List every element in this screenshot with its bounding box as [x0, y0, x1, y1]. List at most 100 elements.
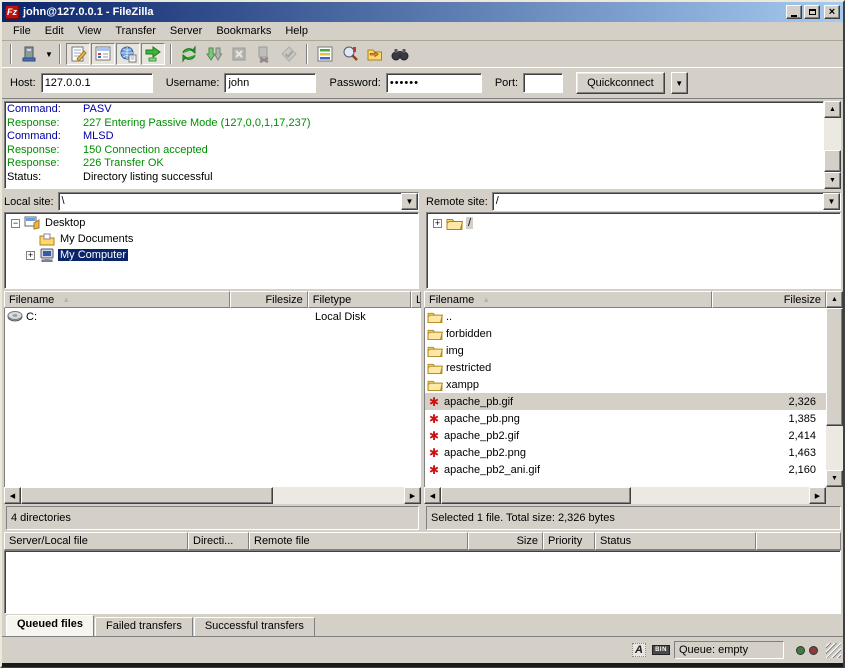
chevron-down-icon[interactable]: ▼ — [823, 193, 840, 210]
column-header-filename[interactable]: Filename▲ — [424, 291, 712, 308]
resize-grip[interactable] — [826, 643, 841, 658]
menu-transfer[interactable]: Transfer — [108, 23, 163, 39]
remote-file-row[interactable]: restricted — [425, 359, 826, 376]
tree-item-desktop[interactable]: − Desktop — [5, 215, 418, 231]
host-input[interactable] — [41, 73, 153, 93]
filter-button[interactable] — [313, 43, 337, 65]
local-site-combobox[interactable]: \ ▼ — [58, 192, 419, 211]
transfer-queue-list[interactable] — [4, 550, 841, 614]
close-button[interactable]: × — [824, 5, 840, 19]
remote-directory-tree[interactable]: + / — [426, 212, 841, 289]
queue-header: Server/Local file Directi... Remote file… — [4, 532, 841, 550]
tab-successful-transfers[interactable]: Successful transfers — [194, 617, 315, 636]
column-header-filesize[interactable]: Filesize — [230, 291, 307, 308]
ascii-transfer-type-icon[interactable]: A — [630, 642, 648, 658]
menu-file[interactable]: File — [6, 23, 38, 39]
scrollbar-thumb[interactable] — [824, 150, 841, 172]
scroll-right-icon[interactable]: ▶ — [809, 487, 826, 504]
remote-file-row[interactable]: ✱apache_pb.png 1,385 — [425, 410, 826, 427]
maximize-button[interactable] — [804, 5, 820, 19]
column-header-filename[interactable]: Filename▲ — [4, 291, 230, 308]
scroll-down-icon[interactable]: ▼ — [824, 172, 841, 189]
quickconnect-dropdown[interactable]: ▼ — [671, 72, 688, 94]
remote-file-row[interactable]: .. — [425, 308, 826, 325]
menu-bookmarks[interactable]: Bookmarks — [209, 23, 278, 39]
cancel-icon — [230, 45, 248, 63]
password-label: Password: — [329, 77, 380, 89]
local-horizontal-scrollbar[interactable]: ◀ ▶ — [4, 487, 421, 504]
remote-file-row[interactable]: ✱apache_pb2.gif 2,414 — [425, 427, 826, 444]
disconnect-button[interactable] — [252, 43, 276, 65]
remote-file-row[interactable]: forbidden — [425, 325, 826, 342]
remote-file-row[interactable]: img — [425, 342, 826, 359]
local-directory-tree[interactable]: − Desktop My Documents + My Computer — [4, 212, 419, 289]
transfer-queue-toggle-button[interactable] — [141, 43, 165, 65]
remote-file-list[interactable]: .. forbidden img restricted — [424, 308, 826, 487]
column-header-server-local-file[interactable]: Server/Local file — [4, 532, 188, 550]
tree-item-my-documents[interactable]: My Documents — [5, 231, 418, 247]
menu-edit[interactable]: Edit — [38, 23, 71, 39]
local-treeview-toggle-button[interactable] — [91, 43, 115, 65]
minimize-button[interactable] — [786, 5, 802, 19]
site-manager-button[interactable] — [17, 43, 41, 65]
menu-server[interactable]: Server — [163, 23, 209, 39]
collapse-icon[interactable]: − — [11, 219, 20, 228]
expand-icon[interactable]: + — [433, 219, 442, 228]
binary-badge-icon[interactable]: BIN — [652, 642, 670, 658]
port-input[interactable] — [523, 73, 563, 93]
tab-failed-transfers[interactable]: Failed transfers — [95, 617, 193, 636]
scrollbar-thumb[interactable] — [21, 487, 273, 504]
remote-vertical-scrollbar[interactable]: ▲ ▼ — [826, 291, 843, 487]
scroll-down-icon[interactable]: ▼ — [826, 470, 843, 487]
remote-file-row-selected[interactable]: ✱apache_pb.gif 2,326 — [425, 393, 826, 410]
site-manager-dropdown[interactable]: ▼ — [42, 43, 54, 65]
remote-file-row[interactable]: ✱apache_pb2.png 1,463 — [425, 444, 826, 461]
title-bar[interactable]: Fz john@127.0.0.1 - FileZilla × — [2, 2, 843, 22]
tree-item-my-computer[interactable]: + My Computer — [5, 247, 418, 263]
message-log-toggle-button[interactable] — [66, 43, 90, 65]
synchronized-browsing-button[interactable] — [363, 43, 387, 65]
synchronized-browsing-icon — [366, 45, 384, 63]
scroll-right-icon[interactable]: ▶ — [404, 487, 421, 504]
log-vertical-scrollbar[interactable]: ▲ ▼ — [824, 101, 841, 189]
chevron-down-icon[interactable]: ▼ — [401, 193, 418, 210]
column-header-priority[interactable]: Priority — [543, 532, 595, 550]
process-queue-button[interactable] — [202, 43, 226, 65]
reconnect-button[interactable] — [277, 43, 301, 65]
menu-view[interactable]: View — [71, 23, 109, 39]
remote-horizontal-scrollbar[interactable]: ◀ ▶ — [424, 487, 826, 504]
local-file-list[interactable]: C: Local Disk — [4, 308, 421, 487]
tree-item-root[interactable]: + / — [427, 215, 840, 231]
remote-treeview-toggle-button[interactable] — [116, 43, 140, 65]
local-status-bar: 4 directories — [6, 506, 419, 530]
column-header-filesize[interactable]: Filesize — [712, 291, 826, 308]
scroll-up-icon[interactable]: ▲ — [824, 101, 841, 118]
message-log[interactable]: Command:PASV Response:227 Entering Passi… — [4, 101, 824, 189]
column-header-size[interactable]: Size — [468, 532, 543, 550]
tab-queued-files[interactable]: Queued files — [6, 615, 94, 636]
local-file-row[interactable]: C: Local Disk — [5, 308, 420, 325]
expand-icon[interactable]: + — [26, 251, 35, 260]
password-input[interactable] — [386, 73, 482, 93]
cancel-button[interactable] — [227, 43, 251, 65]
username-input[interactable] — [224, 73, 316, 93]
column-header-remote-file[interactable]: Remote file — [249, 532, 468, 550]
column-header-status[interactable]: Status — [595, 532, 756, 550]
column-header-filetype[interactable]: Filetype — [308, 291, 411, 308]
scrollbar-thumb[interactable] — [826, 308, 843, 426]
remote-site-combobox[interactable]: / ▼ — [492, 192, 841, 211]
directory-comparison-button[interactable] — [338, 43, 362, 65]
minimize-icon — [791, 15, 797, 17]
column-header-lastmodified[interactable]: L — [411, 291, 421, 308]
scroll-up-icon[interactable]: ▲ — [826, 291, 843, 308]
remote-file-row[interactable]: xampp — [425, 376, 826, 393]
scroll-left-icon[interactable]: ◀ — [4, 487, 21, 504]
scrollbar-thumb[interactable] — [441, 487, 631, 504]
remote-file-row[interactable]: ✱apache_pb2_ani.gif 2,160 — [425, 461, 826, 478]
menu-help[interactable]: Help — [278, 23, 315, 39]
refresh-button[interactable] — [177, 43, 201, 65]
find-files-button[interactable] — [388, 43, 412, 65]
scroll-left-icon[interactable]: ◀ — [424, 487, 441, 504]
column-header-direction[interactable]: Directi... — [188, 532, 249, 550]
quickconnect-button[interactable]: Quickconnect — [576, 72, 665, 94]
